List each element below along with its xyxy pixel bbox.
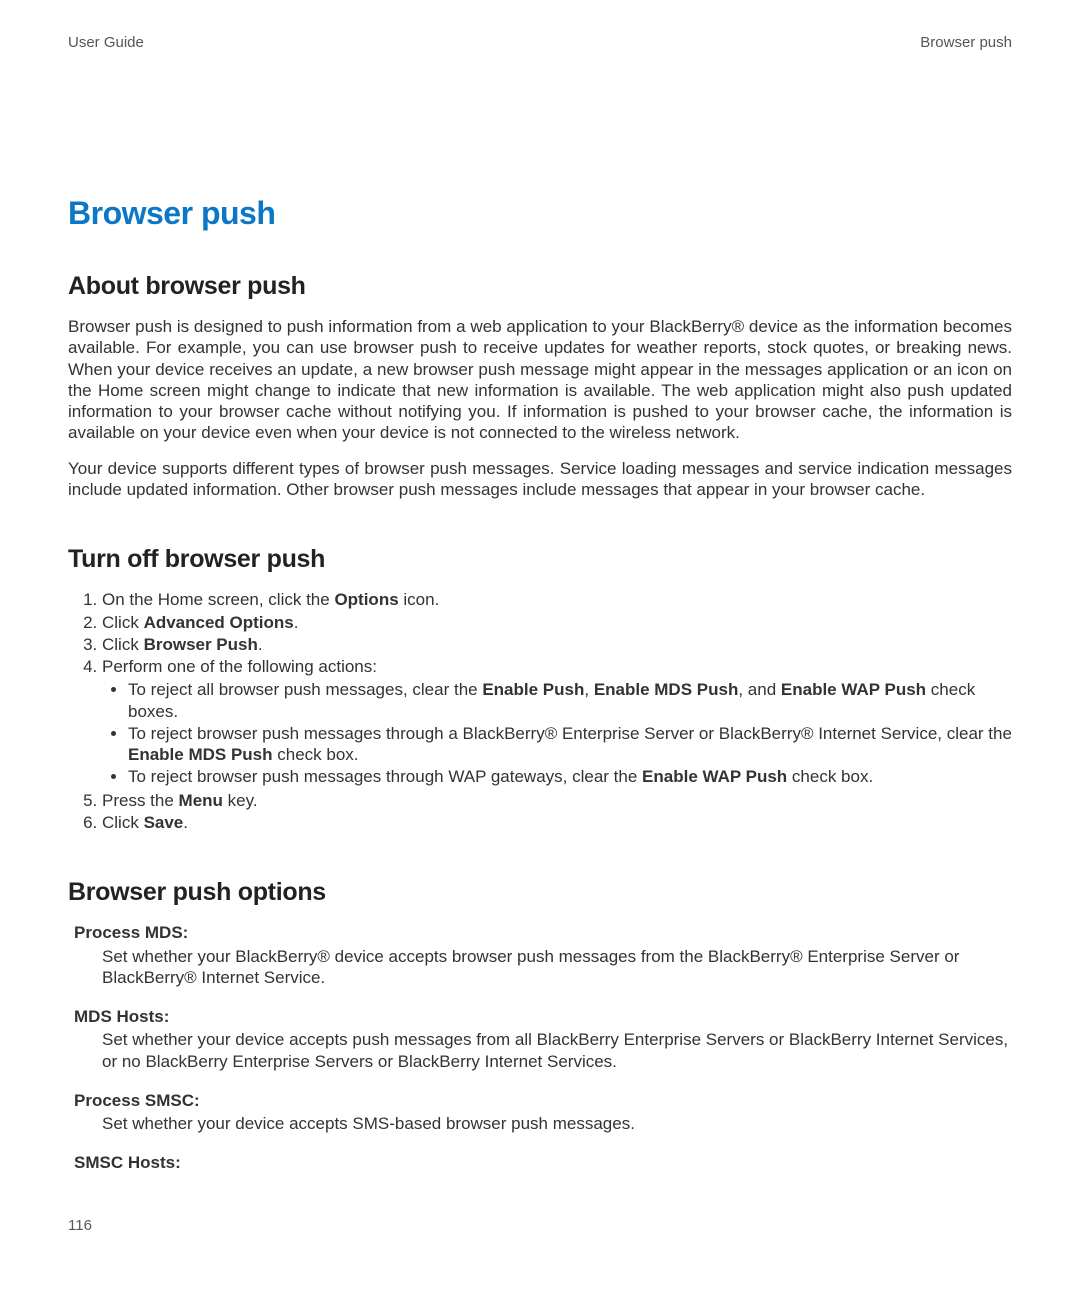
term-definition: Set whether your BlackBerry® device acce… xyxy=(102,946,1012,989)
document-page: User Guide Browser push Browser push Abo… xyxy=(0,0,1080,1296)
list-item: Click Browser Push. xyxy=(102,634,1012,655)
step-text: , and xyxy=(738,680,781,699)
term-label: MDS Hosts: xyxy=(74,1006,1012,1027)
term-label: Process MDS: xyxy=(74,922,1012,943)
step-text: key. xyxy=(223,791,258,810)
bold-text: Enable MDS Push xyxy=(594,680,739,699)
header-left: User Guide xyxy=(68,34,144,53)
page-number: 116 xyxy=(68,1217,92,1236)
bold-text: Options xyxy=(334,590,398,609)
bold-text: Browser Push xyxy=(144,635,258,654)
step-text: Perform one of the following actions: xyxy=(102,657,377,676)
bold-text: Enable WAP Push xyxy=(781,680,926,699)
step-text: To reject browser push messages through … xyxy=(128,767,642,786)
list-item: To reject browser push messages through … xyxy=(128,723,1012,766)
chapter-title: Browser push xyxy=(68,193,1012,233)
term-definition: Set whether your device accepts push mes… xyxy=(102,1029,1012,1072)
bold-text: Enable Push xyxy=(482,680,584,699)
step-text: Click xyxy=(102,635,144,654)
step-text: , xyxy=(584,680,593,699)
list-item: To reject browser push messages through … xyxy=(128,766,1012,787)
steps-list: On the Home screen, click the Options ic… xyxy=(68,589,1012,833)
step-text: On the Home screen, click the xyxy=(102,590,334,609)
bold-text: Save xyxy=(144,813,184,832)
step-text: . xyxy=(258,635,263,654)
list-item: To reject all browser push messages, cle… xyxy=(128,679,1012,722)
term-label: SMSC Hosts: xyxy=(74,1152,1012,1173)
page-header: User Guide Browser push xyxy=(68,34,1012,53)
step-text: . xyxy=(183,813,188,832)
list-item: On the Home screen, click the Options ic… xyxy=(102,589,1012,610)
section-heading-turn-off: Turn off browser push xyxy=(68,544,1012,575)
step-text: Click xyxy=(102,813,144,832)
step-text: To reject all browser push messages, cle… xyxy=(128,680,482,699)
step-text: check box. xyxy=(787,767,873,786)
step-text: icon. xyxy=(399,590,440,609)
bold-text: Menu xyxy=(179,791,223,810)
term-definition: Set whether your device accepts SMS-base… xyxy=(102,1113,1012,1134)
section-heading-options: Browser push options xyxy=(68,877,1012,908)
step-text: Press the xyxy=(102,791,179,810)
bold-text: Enable MDS Push xyxy=(128,745,273,764)
list-item: Click Save. xyxy=(102,812,1012,833)
step-text: To reject browser push messages through … xyxy=(128,724,1012,743)
sub-list: To reject all browser push messages, cle… xyxy=(102,679,1012,787)
bold-text: Enable WAP Push xyxy=(642,767,787,786)
step-text: . xyxy=(294,613,299,632)
bold-text: Advanced Options xyxy=(144,613,294,632)
term-label: Process SMSC: xyxy=(74,1090,1012,1111)
paragraph: Your device supports different types of … xyxy=(68,458,1012,501)
list-item: Click Advanced Options. xyxy=(102,612,1012,633)
list-item: Press the Menu key. xyxy=(102,790,1012,811)
header-right: Browser push xyxy=(920,34,1012,53)
list-item: Perform one of the following actions: To… xyxy=(102,656,1012,788)
step-text: check box. xyxy=(273,745,359,764)
paragraph: Browser push is designed to push informa… xyxy=(68,316,1012,444)
section-heading-about: About browser push xyxy=(68,271,1012,302)
step-text: Click xyxy=(102,613,144,632)
definitions-list: Process MDS: Set whether your BlackBerry… xyxy=(68,922,1012,1173)
